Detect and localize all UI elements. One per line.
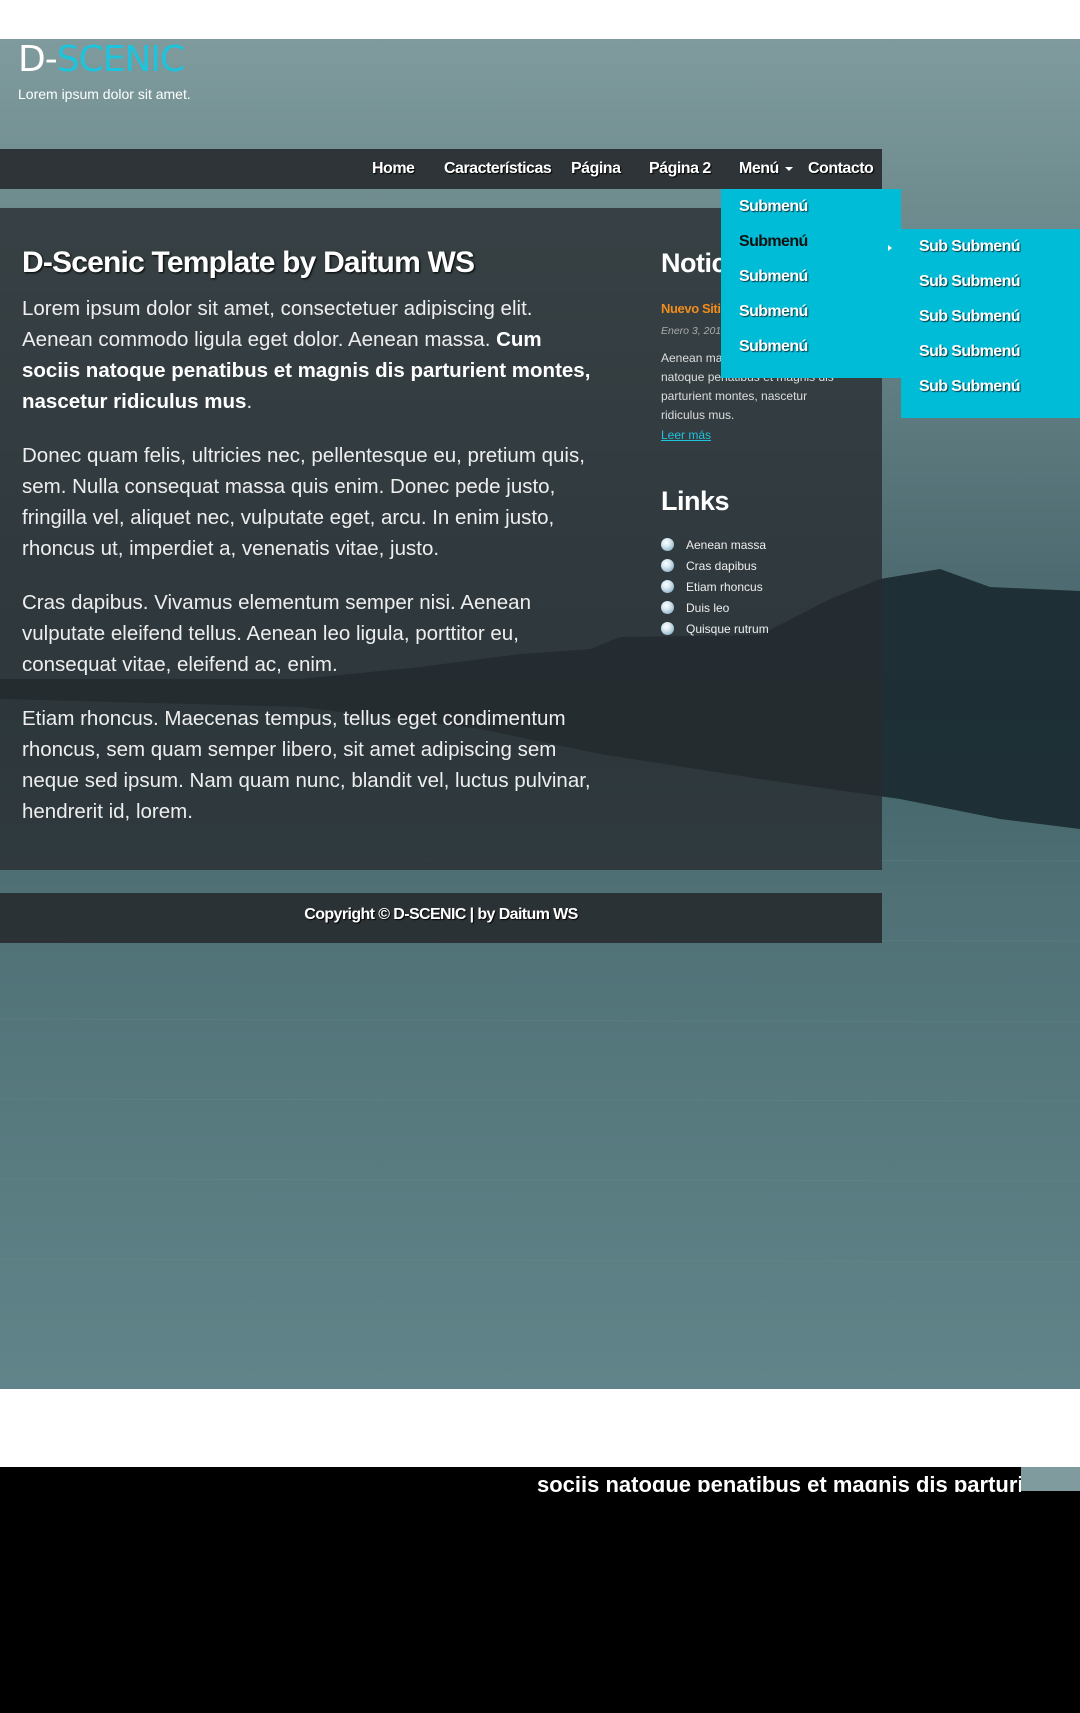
site-footer: Copyright © D-SCENIC | by Daitum WS: [0, 893, 882, 943]
white-gap: [0, 1389, 1080, 1467]
link-item[interactable]: Aenean massa: [661, 534, 769, 555]
link-label: Quisque rutrum: [686, 621, 769, 636]
links-list: Aenean massa Cras dapibus Etiam rhoncus …: [661, 534, 769, 639]
sub-submenu-item[interactable]: Sub Submenú: [919, 334, 1021, 369]
bullet-icon: [661, 622, 674, 635]
submenu-dropdown: Submenú Submenú Submenú Submenú Submenú: [721, 189, 901, 378]
paragraph-1-end: .: [246, 390, 253, 413]
footer-copyright: Copyright © D-SCENIC | by Daitum WS: [304, 906, 578, 923]
submenu-item[interactable]: Submenú: [739, 189, 808, 224]
paragraph-1-text: Lorem ipsum dolor sit amet, consectetuer…: [22, 297, 533, 351]
submenu-item[interactable]: Submenú: [739, 329, 808, 364]
nav-contacto[interactable]: Contacto: [808, 149, 874, 189]
news-item-date: Enero 3, 2014: [661, 325, 727, 337]
nav-pagina[interactable]: Página: [571, 149, 621, 189]
link-item[interactable]: Quisque rutrum: [661, 618, 769, 639]
sub-submenu-item[interactable]: Sub Submenú: [919, 369, 1021, 404]
link-item[interactable]: Duis leo: [661, 597, 769, 618]
paragraph-2: Donec quam felis, ultricies nec, pellent…: [22, 444, 585, 560]
clipped-overflow-text: sociis natoque penatibus et magnis dis p…: [537, 1472, 1021, 1492]
link-item[interactable]: Etiam rhoncus: [661, 576, 769, 597]
sub-submenu-item[interactable]: Sub Submenú: [919, 229, 1021, 264]
clipped-background: [1021, 1467, 1080, 1491]
page-title: D-Scenic Template by Daitum WS: [22, 246, 475, 279]
bullet-icon: [661, 580, 674, 593]
submenu-item-active[interactable]: Submenú: [739, 224, 808, 259]
bullet-icon: [661, 538, 674, 551]
submenu-item[interactable]: Submenú: [739, 259, 808, 294]
caret-down-icon: [784, 166, 793, 171]
logo-prefix: D-: [18, 39, 58, 80]
bullet-icon: [661, 601, 674, 614]
link-item[interactable]: Cras dapibus: [661, 555, 769, 576]
link-label: Duis leo: [686, 600, 730, 615]
news-item-title[interactable]: Nuevo Sitio: [661, 301, 729, 316]
submenu-item[interactable]: Submenú: [739, 294, 808, 329]
paragraph-1: Lorem ipsum dolor sit amet, consectetuer…: [22, 293, 597, 417]
nav-pagina-2[interactable]: Página 2: [649, 149, 711, 189]
sub-submenu-item[interactable]: Sub Submenú: [919, 299, 1021, 334]
sub-submenu-item[interactable]: Sub Submenú: [919, 264, 1021, 299]
nav-menu[interactable]: Menú: [739, 149, 793, 189]
sub-submenu-dropdown: Sub Submenú Sub Submenú Sub Submenú Sub …: [901, 229, 1080, 418]
nav-menu-label: Menú: [739, 160, 779, 177]
site-tagline: Lorem ipsum dolor sit amet.: [18, 86, 191, 102]
main-navigation: Home Características Página Página 2 Men…: [0, 149, 882, 189]
link-label: Aenean massa: [686, 537, 767, 552]
nav-home[interactable]: Home: [372, 149, 415, 189]
render-overflow-area: sociis natoque penatibus et magnis dis p…: [0, 1467, 1080, 1713]
site-logo[interactable]: D-SCENIC: [18, 39, 185, 80]
paragraph-3: Cras dapibus. Vivamus elementum semper n…: [22, 591, 531, 676]
link-label: Cras dapibus: [686, 558, 757, 573]
nav-caracteristicas[interactable]: Características: [444, 149, 552, 189]
logo-accent: SCENIC: [56, 39, 185, 80]
paragraph-4: Etiam rhoncus. Maecenas tempus, tellus e…: [22, 707, 591, 823]
links-heading: Links: [661, 486, 730, 516]
read-more-link[interactable]: Leer más: [661, 428, 711, 442]
top-blank-area: [0, 0, 1080, 39]
chevron-right-icon: [888, 245, 892, 251]
link-label: Etiam rhoncus: [686, 579, 763, 594]
bullet-icon: [661, 559, 674, 572]
